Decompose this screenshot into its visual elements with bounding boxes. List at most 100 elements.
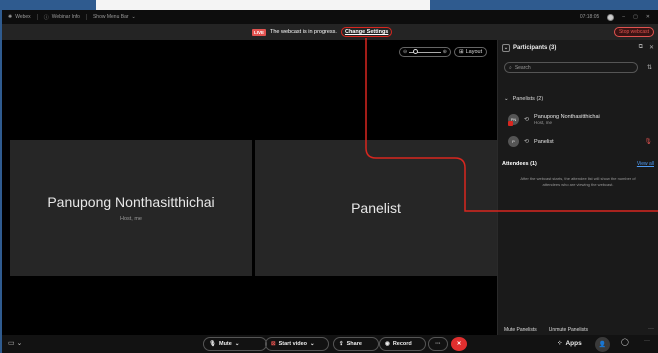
grid-icon: ⊞ xyxy=(459,49,464,55)
show-menu-bar-label: Show Menu Bar xyxy=(92,14,129,20)
more-icon[interactable]: ··· xyxy=(644,338,650,344)
sync-icon: ⟲ xyxy=(524,117,530,123)
maximize-icon[interactable]: ▢ xyxy=(633,14,638,20)
people-icon: 👤 xyxy=(598,342,607,348)
record-button[interactable]: ◉ Record xyxy=(379,337,426,351)
minimize-icon[interactable]: – xyxy=(622,14,625,20)
panel-footer: Mute Panelists Unmute Panelists xyxy=(504,327,588,333)
title-bar: ✺ Webex ⓘ Webinar Info Show Menu Bar ⌄ 0… xyxy=(2,10,658,24)
chevron-down-icon[interactable]: ⌄ xyxy=(235,341,240,347)
share-button[interactable]: ⇪ Share xyxy=(333,337,379,351)
participants-title: Participants (3) xyxy=(513,45,557,51)
start-video-button[interactable]: ⊠ Start video ⌄ xyxy=(265,337,329,351)
show-menu-bar-button[interactable]: Show Menu Bar ⌄ xyxy=(93,14,136,20)
divider xyxy=(85,14,87,20)
apps-button[interactable]: ⁘ Apps xyxy=(557,339,582,348)
change-settings-link[interactable]: Change Settings xyxy=(340,27,393,37)
info-icon: ⓘ xyxy=(43,14,49,21)
avatar: PN xyxy=(508,114,519,126)
layout-button[interactable]: ⊞ Layout xyxy=(454,47,488,57)
avatar-initials: P xyxy=(512,139,515,144)
zoom-track[interactable] xyxy=(409,49,441,54)
popout-icon[interactable]: ⧉ xyxy=(639,44,643,51)
video-off-icon: ⊠ xyxy=(271,341,276,347)
record-label: Record xyxy=(392,341,412,347)
microphone-icon: 🎙 xyxy=(209,341,216,347)
panel-actions: ⧉ ✕ xyxy=(639,44,654,51)
layout-label: Layout xyxy=(465,49,483,55)
window-controls: 07:18:05 – ▢ ✕ xyxy=(579,13,650,21)
avatar: P xyxy=(508,136,519,147)
panelists-section[interactable]: ⌄ Panelists (2) xyxy=(504,96,543,102)
app-name: Webex xyxy=(15,14,31,20)
apps-label: Apps xyxy=(565,339,582,347)
share-label: Share xyxy=(346,341,362,347)
record-icon: ◉ xyxy=(385,341,390,347)
participants-button[interactable]: 👤 xyxy=(595,337,610,352)
more-icon[interactable]: ··· xyxy=(648,326,654,332)
zoom-knob[interactable] xyxy=(413,49,419,54)
participants-panel: ⌄ Participants (3) ⧉ ✕ ⌕ Search ⇅ ⌄ Pane… xyxy=(497,40,658,335)
tile-subtitle: Host, me xyxy=(119,216,142,222)
more-icon: ··· xyxy=(435,341,441,347)
close-window-icon[interactable]: ✕ xyxy=(646,14,650,20)
attendees-title: Attendees (1) xyxy=(502,161,537,167)
participant-info: Panupong Nonthasitthichai Host, me xyxy=(534,114,600,125)
webinar-info-button[interactable]: ⓘ Webinar Info xyxy=(44,14,80,21)
webex-logo: ✺ Webex xyxy=(8,14,31,20)
stop-webcast-button[interactable]: Stop webcast xyxy=(613,27,654,37)
status-icon xyxy=(607,13,615,21)
video-stage: ⊖ ⊕ ⊞ Layout Panupong Nonthasitthichai H… xyxy=(2,40,497,335)
webex-window: ✺ Webex ⓘ Webinar Info Show Menu Bar ⌄ 0… xyxy=(2,10,658,353)
zoom-out-icon[interactable]: ⊖ xyxy=(403,49,407,55)
sync-icon: ⟲ xyxy=(524,139,530,145)
collapse-icon[interactable]: ⌄ xyxy=(502,44,510,52)
search-icon: ⌕ xyxy=(509,64,512,71)
close-icon[interactable]: ✕ xyxy=(649,44,654,51)
leave-button[interactable]: ✕ xyxy=(451,337,467,351)
chat-button[interactable]: ◯ xyxy=(621,338,629,346)
unmute-panelists-button[interactable]: Unmute Panelists xyxy=(549,327,588,333)
background-window xyxy=(96,0,430,10)
captions-icon[interactable]: ▭ ⌄ xyxy=(8,339,22,347)
chevron-down-icon: ⌄ xyxy=(131,14,136,20)
mute-panelists-button[interactable]: Mute Panelists xyxy=(504,327,537,333)
zoom-in-icon[interactable]: ⊕ xyxy=(443,49,447,55)
participant-row[interactable]: P ⟲ Panelist xyxy=(508,136,554,147)
start-video-label: Start video xyxy=(278,341,308,347)
clock: 07:18:05 xyxy=(579,14,600,20)
apps-icon: ⁘ xyxy=(557,340,563,347)
video-tile-host[interactable]: Panupong Nonthasitthichai Host, me xyxy=(10,140,252,276)
divider xyxy=(36,14,38,20)
webex-icon: ✺ xyxy=(8,14,13,20)
view-all-link[interactable]: View all xyxy=(637,161,654,167)
participants-header[interactable]: ⌄ Participants (3) xyxy=(502,44,556,52)
webinar-info-label: Webinar Info xyxy=(51,14,80,20)
tile-name: Panupong Nonthasitthichai xyxy=(47,194,215,210)
panelists-title: Panelists (2) xyxy=(512,96,544,102)
chat-icon: ◯ xyxy=(621,339,629,346)
participant-row[interactable]: PN ⟲ Panupong Nonthasitthichai Host, me xyxy=(508,114,600,126)
search-placeholder: Search xyxy=(514,64,531,71)
mute-button[interactable]: 🎙 Mute ⌄ xyxy=(203,337,267,351)
attendee-note: After the webcast starts, the attendee l… xyxy=(520,176,636,187)
participant-name: Panelist xyxy=(534,138,554,145)
search-input[interactable]: ⌕ Search xyxy=(504,62,638,73)
live-badge: LIVE xyxy=(252,28,267,36)
sort-icon[interactable]: ⇅ xyxy=(647,64,652,71)
zoom-slider[interactable]: ⊖ ⊕ xyxy=(399,47,451,57)
mic-muted-icon[interactable]: 🎙 xyxy=(644,138,652,145)
muted-badge-icon xyxy=(508,121,513,126)
chevron-down-icon[interactable]: ⌄ xyxy=(310,341,315,347)
tile-name: Panelist xyxy=(351,200,401,216)
participant-role: Host, me xyxy=(534,120,553,125)
meeting-controls: ▭ ⌄ 🎙 Mute ⌄ ⊠ Start video ⌄ ⇪ Share ◉ R… xyxy=(2,335,658,353)
mute-label: Mute xyxy=(218,341,232,347)
webcast-status-bar: LIVE The webcast is in progress. Change … xyxy=(2,24,658,40)
webcast-message: The webcast is in progress. xyxy=(270,29,337,35)
webcast-status: LIVE The webcast is in progress. Change … xyxy=(252,27,393,37)
more-options-button[interactable]: ··· xyxy=(428,337,448,351)
close-icon: ✕ xyxy=(456,341,462,347)
video-tile-panelist[interactable]: Panelist xyxy=(255,140,497,276)
chevron-down-icon: ⌄ xyxy=(504,96,509,102)
